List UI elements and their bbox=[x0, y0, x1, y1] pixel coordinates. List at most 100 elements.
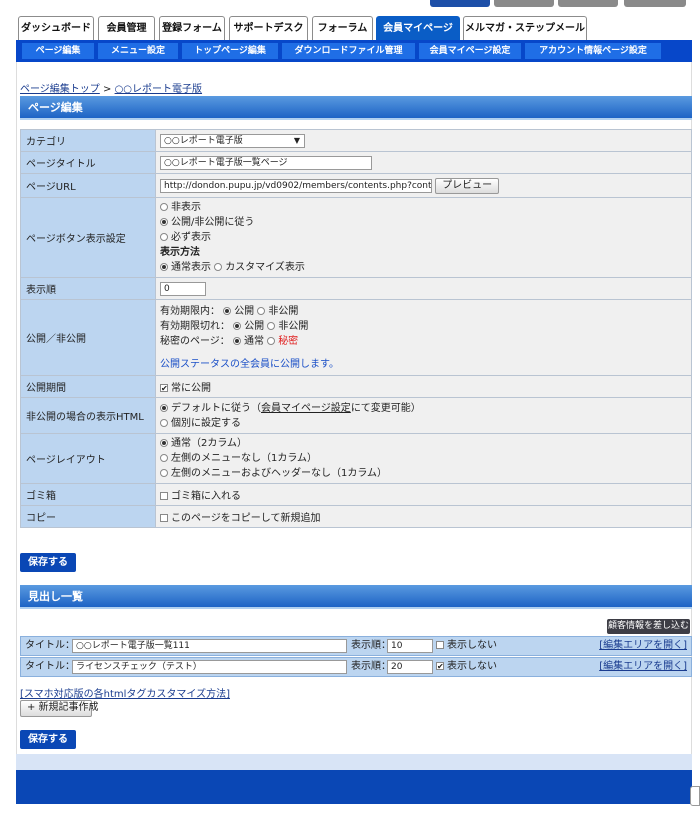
page-url-label: ページURL bbox=[20, 173, 156, 198]
trash-checkbox[interactable] bbox=[160, 492, 168, 500]
new-article-button[interactable]: + 新規記事作成 bbox=[20, 700, 99, 717]
copy-label: コピー bbox=[20, 505, 156, 528]
heading-order-prefix: 表示順： bbox=[351, 640, 391, 651]
private-html-default-text-a: デフォルトに従う（ bbox=[171, 402, 261, 414]
always-public-label: 常に公開 bbox=[171, 383, 211, 394]
heading-hide-checkbox[interactable]: ✔ bbox=[436, 662, 444, 671]
page-edit-form: カテゴリ ○○レポート電子版 ▼ ページタイトル ○○レポート電子版一覧ページ ペ… bbox=[20, 129, 692, 528]
layout-no-left-header-radio[interactable] bbox=[160, 469, 168, 477]
layout-no-left-header-label: 左側のメニューおよびヘッダーなし（1カラム） bbox=[171, 468, 388, 479]
private-html-individual-radio[interactable] bbox=[160, 418, 168, 427]
expired-private-label: 非公開 bbox=[278, 320, 309, 332]
subtab-download-files[interactable]: ダウンロードファイル管理 bbox=[282, 43, 415, 59]
secret-normal-label: 通常 bbox=[244, 335, 264, 347]
button-follow-radio[interactable] bbox=[160, 218, 168, 226]
subtab-top-page-edit[interactable]: トップページ編集 bbox=[182, 43, 278, 59]
sub-nav: ページ編集 メニュー設定 トップページ編集 ダウンロードファイル管理 会員マイペ… bbox=[16, 40, 692, 62]
tab-forms[interactable]: 登録フォーム bbox=[159, 16, 225, 40]
display-custom-label: カスタマイズ表示 bbox=[225, 262, 305, 273]
expired-label: 有効期限切れ： bbox=[160, 320, 230, 332]
display-custom-radio[interactable] bbox=[214, 263, 223, 271]
subtab-menu-settings[interactable]: メニュー設定 bbox=[98, 43, 178, 59]
breadcrumb-separator: > bbox=[103, 84, 112, 95]
section-title: ページ編集 bbox=[28, 101, 83, 114]
heading-order-input[interactable]: 20 bbox=[387, 660, 433, 674]
page-button-display-label: ページボタン表示設定 bbox=[20, 197, 156, 278]
top-button[interactable] bbox=[430, 0, 490, 7]
category-value: ○○レポート電子版 bbox=[164, 135, 243, 146]
expired-public-radio[interactable] bbox=[233, 321, 242, 330]
category-select[interactable]: ○○レポート電子版 ▼ bbox=[160, 133, 305, 148]
top-button[interactable] bbox=[624, 0, 686, 7]
scroll-handle[interactable] bbox=[690, 786, 700, 806]
secret-secret-radio[interactable] bbox=[267, 336, 276, 345]
trash-option-label: ゴミ箱に入れる bbox=[171, 491, 241, 502]
private-html-default-radio[interactable] bbox=[160, 403, 168, 412]
button-follow-label: 公開/非公開に従う bbox=[171, 217, 255, 228]
main-nav: ダッシュボード 会員管理 登録フォーム サポートデスク フォーラム 会員マイペー… bbox=[16, 16, 692, 40]
preview-button[interactable]: プレビュー bbox=[435, 177, 500, 194]
section-title: 見出し一覧 bbox=[28, 590, 83, 603]
always-public-checkbox[interactable]: ✔ bbox=[160, 384, 168, 393]
button-always-radio[interactable] bbox=[160, 233, 168, 241]
page-title-label: ページタイトル bbox=[20, 151, 156, 174]
page-title-input[interactable]: ○○レポート電子版一覧ページ bbox=[160, 155, 372, 170]
display-order-input[interactable]: 0 bbox=[160, 281, 206, 296]
expired-private-radio[interactable] bbox=[267, 321, 276, 330]
within-private-radio[interactable] bbox=[257, 306, 266, 315]
within-public-label: 公開 bbox=[234, 305, 255, 317]
subtab-account-page-settings[interactable]: アカウント情報ページ設定 bbox=[525, 43, 661, 59]
breadcrumb-current-link[interactable]: ○○レポート電子版 bbox=[115, 84, 202, 95]
display-method-heading: 表示方法 bbox=[160, 247, 200, 258]
copy-option-label: このページをコピーして新規追加 bbox=[171, 513, 321, 524]
open-edit-area-link[interactable]: [編集エリアを開く] bbox=[599, 658, 687, 676]
within-public-radio[interactable] bbox=[223, 306, 232, 315]
trash-label: ゴミ箱 bbox=[20, 483, 156, 506]
tab-forum[interactable]: フォーラム bbox=[312, 16, 373, 40]
heading-row: タイトル： ○○レポート電子版一覧111 表示順： 10 表示しない [編集エリ… bbox=[20, 636, 692, 656]
display-normal-radio[interactable] bbox=[160, 263, 168, 271]
open-edit-area-link[interactable]: [編集エリアを開く] bbox=[599, 637, 687, 655]
breadcrumb-root-link[interactable]: ページ編集トップ bbox=[20, 84, 100, 95]
tab-support[interactable]: サポートデスク bbox=[229, 16, 308, 40]
footer-light-band bbox=[16, 754, 692, 770]
display-normal-label: 通常表示 bbox=[171, 262, 211, 273]
expired-public-label: 公開 bbox=[244, 320, 265, 332]
mypage-settings-link[interactable]: 会員マイページ設定 bbox=[261, 403, 351, 414]
visibility-status-note: 公開ステータスの全会員に公開します。 bbox=[160, 358, 339, 370]
button-hide-radio[interactable] bbox=[160, 203, 168, 211]
tab-member-mypage[interactable]: 会員マイページ bbox=[376, 16, 460, 40]
subtab-page-edit[interactable]: ページ編集 bbox=[22, 43, 94, 59]
private-html-label: 非公開の場合の表示HTML bbox=[20, 397, 156, 434]
category-label: カテゴリ bbox=[20, 129, 156, 152]
tab-members[interactable]: 会員管理 bbox=[98, 16, 155, 40]
heading-title-input[interactable]: ライセンスチェック（テスト） bbox=[72, 660, 347, 674]
top-button[interactable] bbox=[494, 0, 554, 7]
save-button[interactable]: 保存する bbox=[20, 553, 76, 572]
heading-title-prefix: タイトル： bbox=[25, 640, 75, 651]
chevron-down-icon: ▼ bbox=[293, 135, 300, 145]
heading-order-input[interactable]: 10 bbox=[387, 639, 433, 653]
headings-section-header: 見出し一覧 bbox=[20, 585, 692, 609]
save-button[interactable]: 保存する bbox=[20, 730, 76, 749]
layout-normal-radio[interactable] bbox=[160, 439, 168, 447]
copy-checkbox[interactable] bbox=[160, 514, 168, 522]
layout-normal-label: 通常（2カラム） bbox=[171, 438, 248, 449]
heading-title-input[interactable]: ○○レポート電子版一覧111 bbox=[72, 639, 347, 653]
page-url-input[interactable]: http://dondon.pupu.jp/vd0902/members/con… bbox=[160, 178, 432, 193]
publish-period-label: 公開期間 bbox=[20, 375, 156, 398]
top-button[interactable] bbox=[558, 0, 618, 7]
layout-no-left-radio[interactable] bbox=[160, 454, 168, 462]
tab-dashboard[interactable]: ダッシュボード bbox=[18, 16, 94, 40]
secret-normal-radio[interactable] bbox=[233, 336, 241, 345]
insert-client-info-button[interactable]: 顧客情報を差し込む bbox=[607, 619, 690, 634]
secret-secret-label: 秘密 bbox=[278, 335, 299, 347]
tab-mailmag[interactable]: メルマガ・ステップメール bbox=[463, 16, 587, 40]
within-period-label: 有効期限内： bbox=[160, 305, 220, 317]
private-html-individual-label: 個別に設定する bbox=[171, 417, 241, 429]
smartphone-customize-link[interactable]: [スマホ対応版の各htmlタグカスタマイズ方法] bbox=[20, 685, 230, 700]
subtab-mypage-settings[interactable]: 会員マイページ設定 bbox=[419, 43, 521, 59]
page-layout-label: ページレイアウト bbox=[20, 433, 156, 484]
secret-page-label: 秘密のページ： bbox=[160, 335, 230, 347]
heading-hide-checkbox[interactable] bbox=[436, 641, 444, 649]
